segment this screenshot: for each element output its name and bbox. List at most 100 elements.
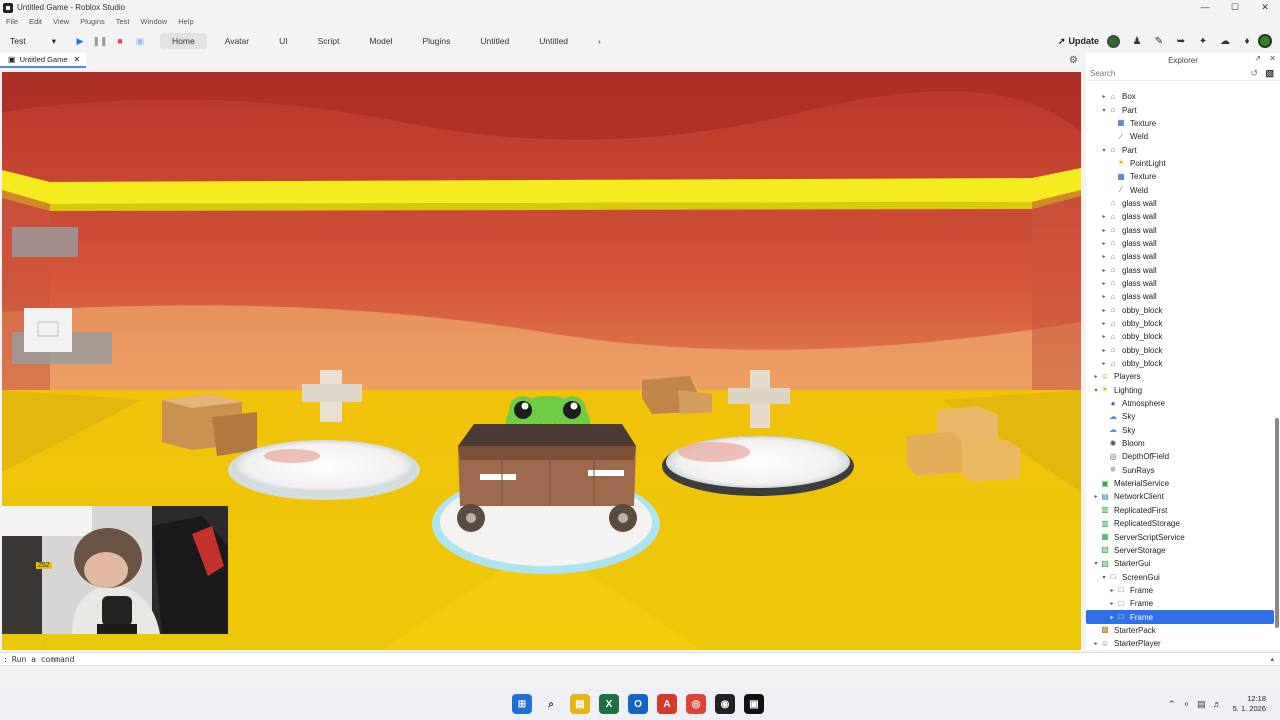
menu-file[interactable]: File (6, 17, 18, 26)
explorer-item[interactable]: ▾ ⌂ Part (1086, 103, 1274, 116)
explorer-item[interactable]: ✺ Bloom (1086, 437, 1274, 450)
chrome-icon[interactable]: ◎ (686, 694, 706, 714)
maximize-button[interactable]: ☐ (1220, 0, 1250, 15)
explorer-item[interactable]: ▥ ReplicatedStorage (1086, 517, 1274, 530)
expand-arrow-closed-icon[interactable]: ▸ (1092, 493, 1100, 500)
menu-help[interactable]: Help (178, 17, 193, 26)
chat-icon[interactable]: ✎ (1148, 36, 1170, 47)
more-tabs-button[interactable]: › (586, 33, 613, 49)
explorer-item[interactable]: ▦ Texture (1086, 170, 1274, 183)
expand-arrow-closed-icon[interactable]: ▸ (1100, 267, 1108, 274)
expand-arrow-closed-icon[interactable]: ▸ (1108, 587, 1116, 594)
expand-arrow-closed-icon[interactable]: ▸ (1108, 600, 1116, 607)
explorer-item[interactable]: ⌂ glass wall (1086, 197, 1274, 210)
explorer-item[interactable]: ∕ Weld (1086, 183, 1274, 196)
explorer-item[interactable]: ▸ □ Frame (1086, 610, 1274, 624)
explorer-item[interactable]: ▸ ⌂ glass wall (1086, 210, 1274, 223)
tray-overflow-icon[interactable]: ⌃ (1168, 699, 1176, 710)
menu-test[interactable]: Test (116, 17, 130, 26)
expand-arrow-closed-icon[interactable]: ▸ (1092, 373, 1100, 380)
explorer-item[interactable]: ☁ Sky (1086, 410, 1274, 423)
expand-arrow-closed-icon[interactable]: ▸ (1100, 227, 1108, 234)
filter-icon[interactable]: ▧ (1265, 68, 1274, 79)
explorer-item[interactable]: ▸ ☺ Players (1086, 370, 1274, 383)
chevron-up-icon[interactable]: ▴ (1270, 655, 1274, 663)
update-button[interactable]: ➚ Update (1058, 36, 1099, 47)
pdf-icon[interactable]: A (657, 694, 677, 714)
menu-window[interactable]: Window (141, 17, 168, 26)
explorer-item[interactable]: ▸ ⌂ glass wall (1086, 290, 1274, 303)
cloud-icon[interactable]: ☁ (1214, 36, 1236, 47)
history-icon[interactable]: ↺ (1250, 68, 1258, 79)
command-bar[interactable]: : Run a command ▴ (0, 652, 1280, 666)
expand-arrow-open-icon[interactable]: ▾ (1100, 107, 1108, 114)
explorer-item[interactable]: ▸ ⌂ glass wall (1086, 277, 1274, 290)
explorer-item[interactable]: ▸ ⌂ glass wall (1086, 250, 1274, 263)
expand-arrow-open-icon[interactable]: ▾ (1092, 560, 1100, 567)
pause-icon[interactable]: ❚❚ (90, 36, 110, 47)
explorer-close-icon[interactable]: ✕ (1269, 54, 1276, 63)
explorer-item[interactable]: ▣ MaterialService (1086, 477, 1274, 490)
tab-avatar[interactable]: Avatar (213, 33, 261, 49)
explorer-item[interactable]: ▩ StarterPack (1086, 624, 1274, 637)
expand-arrow-closed-icon[interactable]: ▸ (1100, 213, 1108, 220)
minimize-button[interactable]: — (1190, 0, 1220, 15)
expand-arrow-closed-icon[interactable]: ▸ (1100, 320, 1108, 327)
popout-icon[interactable]: ↗ (1254, 54, 1261, 63)
tab-script[interactable]: Script (306, 33, 352, 49)
tab-ui[interactable]: UI (267, 33, 300, 49)
menu-edit[interactable]: Edit (29, 17, 42, 26)
explorer-item[interactable]: ▸ ⌂ obby_block (1086, 357, 1274, 370)
explorer-item[interactable]: ☁ Sky (1086, 424, 1274, 437)
explorer-item[interactable]: ▸ □ Frame (1086, 597, 1274, 610)
expand-arrow-closed-icon[interactable]: ▸ (1108, 614, 1116, 621)
document-tab-untitled-game[interactable]: ▣ Untitled Game ✕ (0, 53, 87, 68)
explorer-item[interactable]: ▾ □ ScreenGui (1086, 570, 1274, 583)
expand-arrow-open-icon[interactable]: ▾ (1092, 387, 1100, 394)
explorer-item[interactable]: ▦ ServerScriptService (1086, 530, 1274, 543)
expand-arrow-closed-icon[interactable]: ▸ (1100, 280, 1108, 287)
explorer-item[interactable]: ✵ SunRays (1086, 464, 1274, 477)
expand-arrow-closed-icon[interactable]: ▸ (1100, 240, 1108, 247)
tab-plugins[interactable]: Plugins (411, 33, 463, 49)
outlook-icon[interactable]: O (628, 694, 648, 714)
explorer-item[interactable]: ▸ □ Frame (1086, 584, 1274, 597)
expand-arrow-closed-icon[interactable]: ▸ (1100, 293, 1108, 300)
close-button[interactable]: ✕ (1250, 0, 1280, 15)
explorer-item[interactable]: ● Atmosphere (1086, 397, 1274, 410)
excel-icon[interactable]: X (599, 694, 619, 714)
user-avatar[interactable] (1258, 34, 1272, 48)
expand-arrow-open-icon[interactable]: ▾ (1100, 147, 1108, 154)
tab-untitled-2[interactable]: Untitled (527, 33, 580, 49)
close-icon[interactable]: ✕ (74, 55, 81, 64)
volume-icon[interactable]: ♬ (1213, 699, 1222, 709)
explorer-item[interactable]: ▦ Texture (1086, 117, 1274, 130)
explorer-search-field[interactable]: Search ↺ ▧ (1086, 67, 1280, 81)
add-user-icon[interactable]: ♟ (1126, 36, 1148, 47)
explorer-item[interactable]: ▥ ReplicatedFirst (1086, 504, 1274, 517)
explorer-item[interactable]: ▸ ⌂ glass wall (1086, 263, 1274, 276)
gear-icon[interactable]: ⚙ (1069, 55, 1078, 66)
obs-icon[interactable]: ◉ (715, 694, 735, 714)
expand-arrow-closed-icon[interactable]: ▸ (1100, 253, 1108, 260)
explorer-item[interactable]: ☀ PointLight (1086, 157, 1274, 170)
file-explorer-icon[interactable]: ▤ (570, 694, 590, 714)
menu-view[interactable]: View (53, 17, 69, 26)
expand-arrow-closed-icon[interactable]: ▸ (1100, 360, 1108, 367)
share-icon[interactable]: ➥ (1170, 36, 1192, 47)
explorer-item[interactable]: ▧ ServerStorage (1086, 544, 1274, 557)
expand-arrow-closed-icon[interactable]: ▸ (1092, 640, 1100, 647)
explorer-item[interactable]: ▾ ▨ StarterGui (1086, 557, 1274, 570)
tab-untitled-1[interactable]: Untitled (468, 33, 521, 49)
explorer-item[interactable]: ▸ ▤ NetworkClient (1086, 490, 1274, 503)
play-icon[interactable]: ▶ (70, 36, 90, 47)
menu-plugins[interactable]: Plugins (80, 17, 105, 26)
explorer-item[interactable]: ◎ DepthOfField (1086, 450, 1274, 463)
assistant-icon[interactable]: ✦ (1192, 36, 1214, 47)
3d-viewport[interactable] (2, 72, 1081, 650)
explorer-item[interactable]: ▸ ⌂ glass wall (1086, 223, 1274, 236)
mode-dropdown[interactable]: Test ▾ (6, 33, 60, 49)
stop-icon[interactable]: ■ (110, 36, 130, 46)
explorer-item[interactable]: ▸ ⌂ Box (1086, 90, 1274, 103)
windows-start-icon[interactable]: ⊞ (512, 694, 532, 714)
